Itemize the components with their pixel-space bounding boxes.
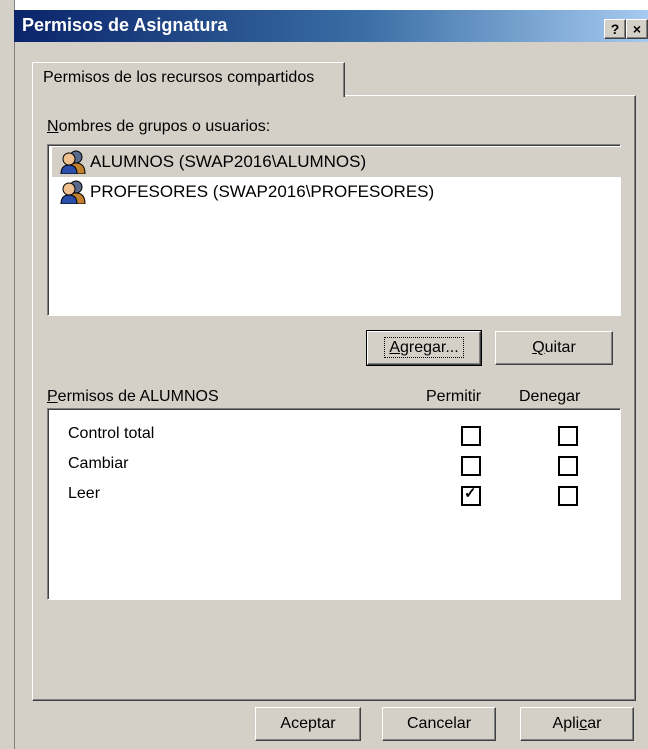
window-title: Permisos de Asignatura <box>22 15 228 35</box>
groups-label: Nombres de grupos o usuarios: <box>47 118 271 135</box>
list-item-alumnos[interactable]: ALUMNOS (SWAP2016\ALUMNOS) <box>52 147 622 177</box>
list-item-label: ALUMNOS (SWAP2016\ALUMNOS) <box>90 152 367 171</box>
groups-list[interactable]: ALUMNOS (SWAP2016\ALUMNOS) PROFESORES (S… <box>47 144 622 316</box>
deny-checkbox[interactable] <box>558 456 578 476</box>
tab-panel: Nombres de grupos o usuarios: ALUMNOS (S… <box>32 95 636 701</box>
permission-name: Control total <box>68 425 155 442</box>
help-icon: ? <box>610 21 620 37</box>
desktop-left-strip <box>0 0 15 749</box>
allow-checkbox[interactable] <box>461 456 481 476</box>
title-bar[interactable]: Permisos de Asignatura ? × <box>14 10 648 42</box>
desktop-top-strip <box>0 0 648 10</box>
permissions-label: Permisos de ALUMNOS <box>47 388 219 405</box>
column-allow: Permitir <box>426 388 482 405</box>
list-item-profesores[interactable]: PROFESORES (SWAP2016\PROFESORES) <box>52 177 622 207</box>
permission-row-cambiar: Cambiar <box>64 451 624 479</box>
remove-button[interactable]: Quitar <box>495 331 613 365</box>
apply-button[interactable]: Aplicar <box>520 707 634 741</box>
column-deny: Denegar <box>519 388 581 405</box>
permission-row-leer: Leer ✓ <box>64 481 624 509</box>
permission-row-control-total: Control total <box>64 421 624 449</box>
list-item-label: PROFESORES (SWAP2016\PROFESORES) <box>90 182 435 201</box>
deny-checkbox[interactable] <box>558 486 578 506</box>
deny-checkbox[interactable] <box>558 426 578 446</box>
cancel-button[interactable]: Cancelar <box>382 707 496 741</box>
permissions-list[interactable]: Control total Cambiar Leer ✓ <box>47 408 621 600</box>
permission-name: Leer <box>68 485 101 502</box>
permission-name: Cambiar <box>68 455 129 472</box>
checkmark-icon: ✓ <box>464 485 477 502</box>
user-group-icon <box>60 150 86 174</box>
user-group-icon <box>60 180 86 204</box>
close-button[interactable]: × <box>626 19 648 39</box>
tab-shared-permissions[interactable]: Permisos de los recursos compartidos <box>32 62 345 97</box>
ok-button[interactable]: Aceptar <box>255 707 361 741</box>
allow-checkbox[interactable] <box>461 426 481 446</box>
allow-checkbox[interactable]: ✓ <box>461 485 481 506</box>
tab-label: Permisos de los recursos compartidos <box>43 69 315 86</box>
add-button[interactable]: Agregar... <box>366 330 482 366</box>
close-icon: × <box>632 21 642 37</box>
help-button[interactable]: ? <box>604 19 626 39</box>
